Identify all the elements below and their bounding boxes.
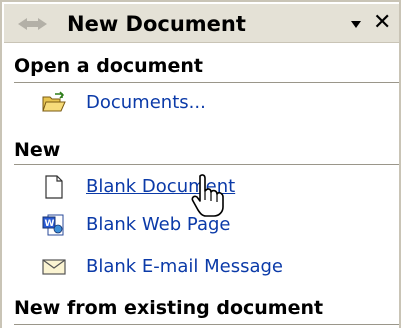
- dropdown-arrow-icon[interactable]: [351, 21, 361, 28]
- divider: [14, 82, 399, 83]
- task-pane-titlebar: New Document ✕: [4, 4, 399, 43]
- forward-arrow-icon[interactable]: [38, 18, 47, 30]
- task-pane: New Document ✕ Open a document Documents…: [0, 0, 401, 328]
- task-pane-title: New Document: [67, 12, 246, 36]
- divider: [14, 164, 399, 165]
- blank-email-link[interactable]: Blank E-mail Message: [42, 254, 283, 280]
- section-heading-new: New: [14, 139, 61, 161]
- documents-link-label: Documents...: [86, 92, 206, 113]
- documents-link[interactable]: Documents...: [42, 90, 206, 116]
- hand-cursor-icon: [191, 174, 225, 218]
- section-heading-open: Open a document: [14, 55, 203, 77]
- open-folder-icon: [42, 91, 66, 115]
- section-heading-existing: New from existing document: [14, 297, 324, 319]
- blank-page-icon: [42, 175, 66, 199]
- blank-email-link-label: Blank E-mail Message: [86, 256, 283, 277]
- web-page-icon: W: [42, 213, 66, 237]
- svg-text:W: W: [45, 219, 55, 229]
- close-icon[interactable]: ✕: [373, 9, 391, 37]
- envelope-icon: [42, 255, 66, 279]
- divider: [14, 324, 399, 325]
